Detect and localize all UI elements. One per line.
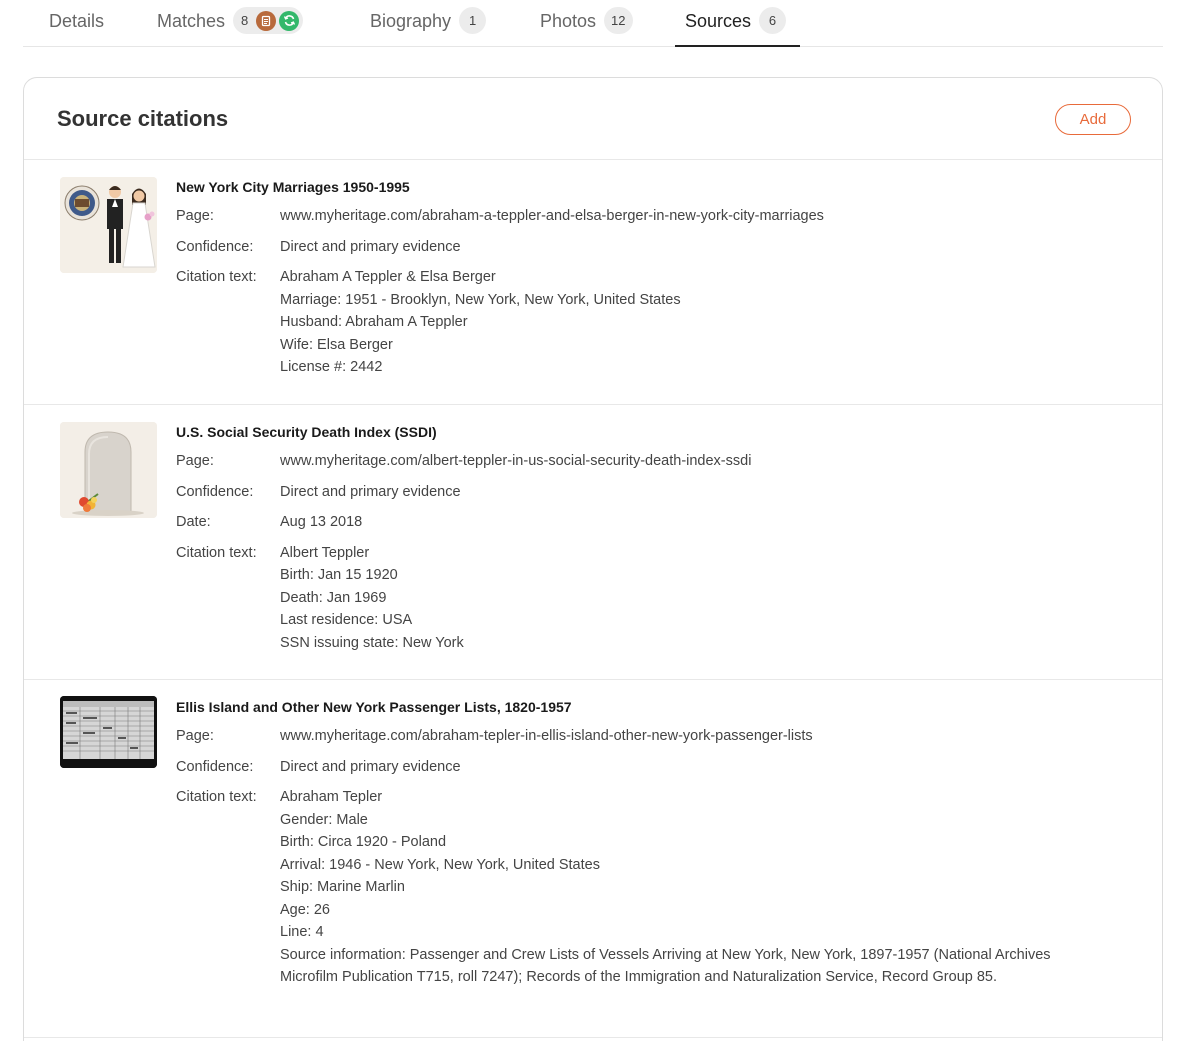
- citation-line: Arrival: 1946 - New York, New York, Unit…: [280, 856, 600, 873]
- confidence-row: Confidence: Direct and primary evidence: [176, 236, 1162, 259]
- matches-badge: 8: [233, 7, 304, 34]
- citation-title[interactable]: U.S. Social Security Death Index (SSDI): [176, 423, 1162, 441]
- confidence-label: Confidence:: [176, 758, 254, 775]
- smart-match-icon: [279, 10, 300, 31]
- confidence-label: Confidence:: [176, 483, 254, 500]
- page-label: Page:: [176, 453, 214, 469]
- citation-item: U.S. Social Security Death Index (SSDI) …: [24, 405, 1162, 680]
- tab-count-badge: 6: [759, 7, 787, 34]
- tab-label: Photos: [540, 11, 597, 31]
- tab-photos[interactable]: Photos 12: [540, 0, 633, 47]
- date-label: Date:: [176, 514, 211, 530]
- tab-matches[interactable]: Matches 8: [157, 0, 304, 47]
- citation-line: Last residence: USA: [280, 612, 413, 628]
- citation-title[interactable]: Ellis Island and Other New York Passenge…: [176, 698, 1162, 716]
- citation-line: Albert Teppler: [280, 544, 370, 561]
- add-citation-button[interactable]: Add: [1055, 104, 1131, 135]
- page-value: www.myheritage.com/albert-teppler-in-us-…: [280, 453, 752, 469]
- page-value: www.myheritage.com/abraham-tepler-in-ell…: [280, 728, 813, 744]
- passenger-list-thumbnail[interactable]: [60, 696, 157, 768]
- tab-count-badge: 12: [604, 7, 633, 34]
- tab-biography[interactable]: Biography 1: [370, 0, 487, 47]
- marriage-record-thumbnail[interactable]: [60, 177, 157, 273]
- confidence-value: Direct and primary evidence: [280, 483, 461, 500]
- confidence-row: Confidence: Direct and primary evidence: [176, 481, 1162, 504]
- citation-text-row: Citation text: Abraham Tepler Gender: Ma…: [176, 786, 1162, 989]
- page-value: www.myheritage.com/abraham-a-teppler-and…: [280, 208, 824, 224]
- matches-count: 8: [241, 13, 249, 28]
- confidence-value: Direct and primary evidence: [280, 238, 461, 255]
- citation-text-label: Citation text:: [176, 544, 257, 561]
- page-row: Page: www.myheritage.com/abraham-a-teppl…: [176, 205, 1162, 228]
- profile-tabs: Details Matches 8 Biography 1 Photos 12 …: [23, 0, 1163, 47]
- tab-details[interactable]: Details: [49, 0, 104, 47]
- card-title: Source citations: [57, 106, 229, 131]
- citation-line: Gender: Male: [280, 811, 368, 828]
- page-label: Page:: [176, 208, 214, 224]
- citation-text-label: Citation text:: [176, 269, 257, 285]
- date-value: Aug 13 2018: [280, 514, 363, 530]
- record-match-icon: [256, 10, 277, 31]
- citation-title[interactable]: New York City Marriages 1950-1995: [176, 178, 1162, 196]
- citation-details: Ellis Island and Other New York Passenge…: [176, 698, 1162, 997]
- confidence-row: Confidence: Direct and primary evidence: [176, 756, 1162, 779]
- citation-line: Marriage: 1951 - Brooklyn, New York, New…: [280, 291, 681, 308]
- source-citations-card: Source citations Add New York City Marri…: [23, 77, 1163, 1041]
- citation-line: SSN issuing state: New York: [280, 634, 464, 651]
- citation-line: Birth: Circa 1920 - Poland: [280, 834, 447, 850]
- confidence-value: Direct and primary evidence: [280, 758, 461, 775]
- page-row: Page: www.myheritage.com/abraham-tepler-…: [176, 725, 1162, 748]
- gravestone-thumbnail[interactable]: [60, 422, 157, 518]
- citation-text-row: Citation text: Albert Teppler Birth: Jan…: [176, 542, 1162, 655]
- tab-label: Details: [49, 11, 105, 31]
- tab-label: Sources: [685, 11, 752, 31]
- tab-count-badge: 1: [459, 7, 487, 34]
- citation-line: Husband: Abraham A Teppler: [280, 314, 468, 330]
- citation-line: License #: 2442: [280, 359, 383, 375]
- citation-item: New York City Marriages 1950-1995 Page: …: [24, 160, 1162, 405]
- citation-text-label: Citation text:: [176, 789, 257, 805]
- citation-line: Wife: Elsa Berger: [280, 336, 393, 353]
- citation-text-value: Abraham A Teppler & Elsa Berger Marriage…: [280, 266, 1060, 379]
- page-label: Page:: [176, 728, 214, 744]
- citation-line: Source information: Passenger and Crew L…: [280, 946, 1051, 986]
- citation-line: Abraham Tepler: [280, 789, 383, 805]
- citation-line: Ship: Marine Marlin: [280, 879, 405, 895]
- citation-line: Abraham A Teppler & Elsa Berger: [280, 269, 496, 285]
- citation-details: New York City Marriages 1950-1995 Page: …: [176, 178, 1162, 387]
- citation-line: Age: 26: [280, 901, 330, 918]
- citation-line: Death: Jan 1969: [280, 589, 387, 606]
- citation-item: Ellis Island and Other New York Passenge…: [24, 680, 1162, 1038]
- citation-text-value: Abraham Tepler Gender: Male Birth: Circa…: [280, 786, 1060, 989]
- citation-text-row: Citation text: Abraham A Teppler & Elsa …: [176, 266, 1162, 379]
- confidence-label: Confidence:: [176, 238, 254, 255]
- tab-label: Biography: [370, 11, 452, 31]
- page-row: Page: www.myheritage.com/albert-teppler-…: [176, 450, 1162, 473]
- citation-line: Birth: Jan 15 1920: [280, 567, 398, 583]
- citation-text-value: Albert Teppler Birth: Jan 15 1920 Death:…: [280, 542, 1060, 655]
- date-row: Date: Aug 13 2018: [176, 511, 1162, 534]
- tab-sources[interactable]: Sources 6: [675, 0, 800, 47]
- citation-details: U.S. Social Security Death Index (SSDI) …: [176, 423, 1162, 662]
- tab-label: Matches: [157, 11, 226, 31]
- card-header: Source citations Add: [24, 78, 1162, 160]
- citation-line: Line: 4: [280, 924, 324, 940]
